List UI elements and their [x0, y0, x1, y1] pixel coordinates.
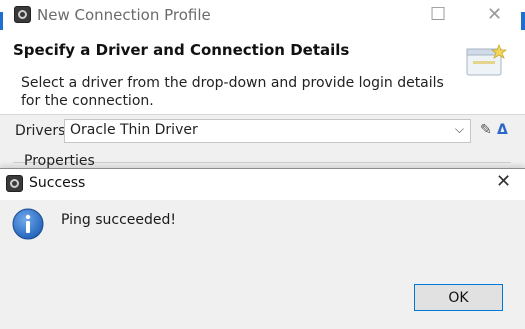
new-driver-icon[interactable]: Δ	[497, 122, 508, 138]
window-edge	[0, 12, 3, 30]
app-icon	[14, 6, 31, 23]
ok-button[interactable]: OK	[414, 284, 503, 311]
properties-label: Properties	[24, 153, 95, 169]
info-icon	[12, 208, 44, 240]
dialog-message: Ping succeeded!	[61, 212, 177, 228]
drivers-label: Drivers:	[15, 123, 71, 139]
success-dialog: Success ✕ Ping succeeded! OK	[0, 168, 525, 329]
app-icon	[6, 175, 23, 192]
maximize-icon[interactable]: ☐	[430, 4, 446, 25]
close-icon[interactable]: ✕	[496, 171, 511, 192]
window-edge	[521, 12, 525, 30]
chevron-down-icon: ⌵	[454, 122, 464, 136]
edit-driver-icon[interactable]: ✎	[480, 122, 492, 138]
wizard-heading: Specify a Driver and Connection Details	[13, 41, 350, 59]
drivers-selected-value: Oracle Thin Driver	[70, 122, 198, 138]
dialog-title: Success	[29, 175, 86, 191]
close-icon[interactable]: ✕	[487, 4, 502, 25]
window-title: New Connection Profile	[37, 6, 211, 24]
wizard-icon	[466, 43, 507, 76]
wizard-description: Select a driver from the drop-down and p…	[21, 75, 444, 109]
drivers-dropdown[interactable]: Oracle Thin Driver ⌵	[64, 119, 471, 143]
